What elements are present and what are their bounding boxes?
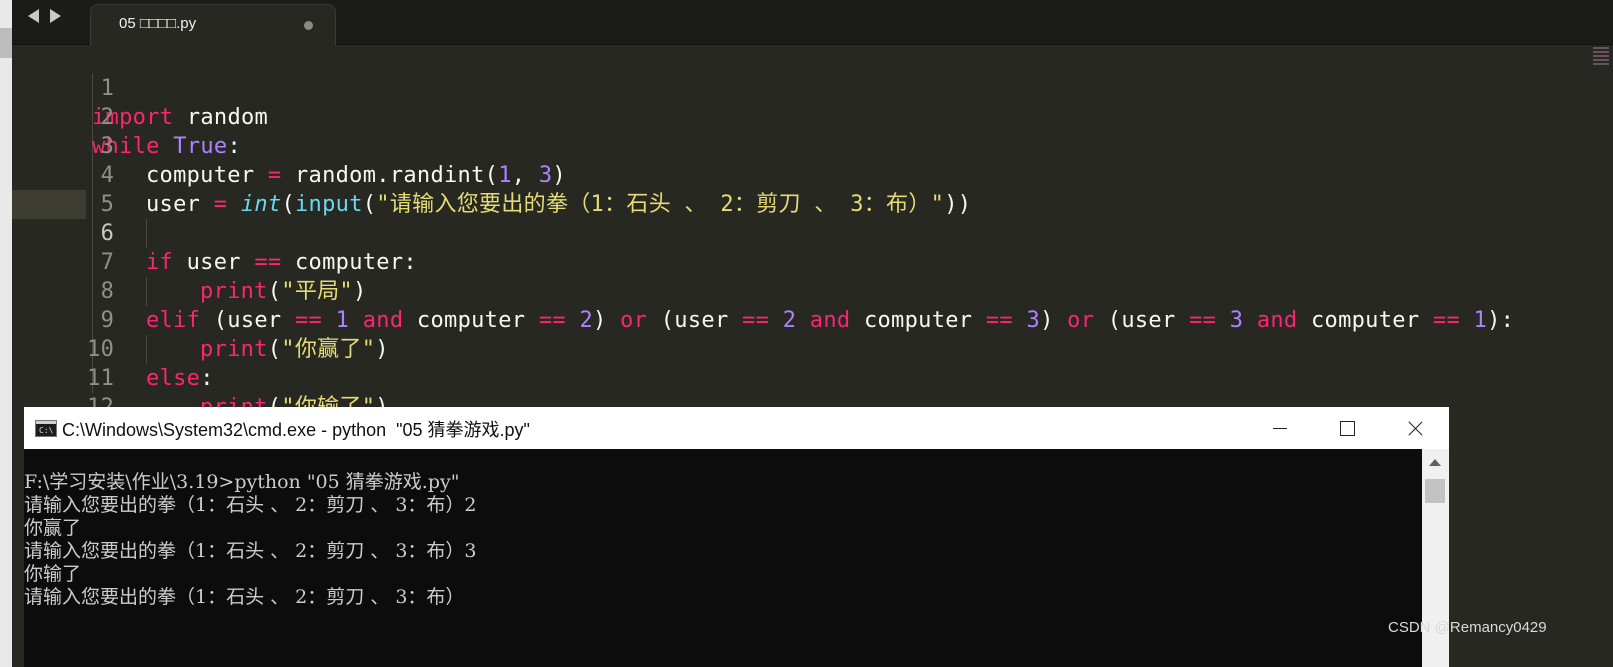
left-window-edge: [0, 0, 12, 667]
code-text: elif (user == 1 and computer == 2) or (u…: [146, 308, 1515, 333]
output-line: 请输入您要出的拳（1：石头 、 2：剪刀 、 3：布）3: [24, 540, 477, 562]
code-text: import random: [92, 105, 269, 130]
scroll-up-arrow-icon[interactable]: [1429, 459, 1441, 466]
code-editor[interactable]: 1 import random 2 while True: 3 computer…: [12, 45, 1552, 420]
code-text: user = int(input("请输入您要出的拳（1：石头 、 2：剪刀 、…: [146, 192, 972, 217]
code-text: while True:: [92, 134, 242, 159]
code-text: else:: [146, 366, 214, 391]
code-line-12: 12: [12, 364, 114, 420]
cmd-app-icon: C:\: [35, 420, 57, 437]
output-line: 你赢了: [24, 517, 82, 539]
minimap[interactable]: [1589, 45, 1613, 75]
code-line-2: 2 while True:: [12, 74, 241, 159]
cmd-window[interactable]: C:\ C:\Windows\System32\cmd.exe - python…: [24, 407, 1449, 667]
code-text: print("平局"): [200, 279, 367, 304]
code-line-9: 9 print("你赢了"): [12, 277, 389, 362]
code-text: if user == computer:: [146, 250, 417, 275]
watermark: CSDN @Remancy0429: [1388, 619, 1547, 636]
indent-guide: [146, 219, 147, 248]
line-number: 2: [100, 105, 115, 130]
output-line: 你输了: [24, 563, 82, 585]
line-number: 3: [100, 134, 115, 159]
indent-guide: [146, 335, 147, 364]
unsaved-dot-icon[interactable]: [304, 21, 313, 30]
scrollbar-thumb[interactable]: [1425, 479, 1445, 503]
output-line: F:\学习安装\作业\3.19>python "05 猜拳游戏.py": [24, 471, 460, 493]
code-line-7: 7 print("平局"): [12, 219, 367, 304]
code-line-6: 6 if user == computer:: [12, 190, 417, 275]
code-line-10: 10 else:: [12, 306, 213, 391]
line-number: 10: [87, 337, 115, 362]
forward-arrow-icon[interactable]: [50, 9, 61, 23]
output-line: 请输入您要出的拳（1：石头 、 2：剪刀 、 3：布）2: [24, 494, 477, 516]
close-button[interactable]: [1381, 407, 1449, 449]
tab-bar: 05 □□□□.py: [12, 0, 1613, 46]
output-line: 请输入您要出的拳（1：石头 、 2：剪刀 、 3：布）: [24, 586, 465, 608]
maximize-button[interactable]: [1313, 407, 1381, 449]
line-number: 8: [100, 279, 115, 304]
code-line-5: 5: [12, 161, 114, 217]
code-line-4: 4 user = int(input("请输入您要出的拳（1：石头 、 2：剪刀…: [12, 132, 971, 217]
back-arrow-icon[interactable]: [28, 9, 39, 23]
line-number: 7: [100, 250, 115, 275]
line-number: 5: [100, 192, 115, 217]
code-text: computer = random.randint(1, 3): [146, 163, 566, 188]
line-number: 1: [100, 76, 115, 101]
cmd-output[interactable]: F:\学习安装\作业\3.19>python "05 猜拳游戏.py" 请输入您…: [24, 471, 1422, 609]
cmd-title-bar[interactable]: C:\ C:\Windows\System32\cmd.exe - python…: [24, 407, 1449, 449]
code-text: print("你赢了"): [200, 337, 389, 362]
minimize-button[interactable]: [1245, 407, 1313, 449]
code-line-11: 11 print("你输了"): [12, 335, 388, 420]
code-line-1: 1 import random: [12, 45, 268, 130]
code-line-3: 3 computer = random.randint(1, 3): [12, 103, 566, 188]
line-number: 11: [87, 366, 115, 391]
tab-file[interactable]: 05 □□□□.py: [90, 4, 336, 46]
cmd-window-title: C:\Windows\System32\cmd.exe - python "05…: [62, 420, 530, 440]
tab-title: 05 □□□□.py: [119, 15, 197, 32]
line-number: 4: [100, 163, 115, 188]
code-line-8: 8 elif (user == 1 and computer == 2) or …: [12, 248, 1514, 333]
indent-guide: [146, 277, 147, 306]
line-number: 6: [100, 221, 115, 246]
line-number: 9: [100, 308, 115, 333]
